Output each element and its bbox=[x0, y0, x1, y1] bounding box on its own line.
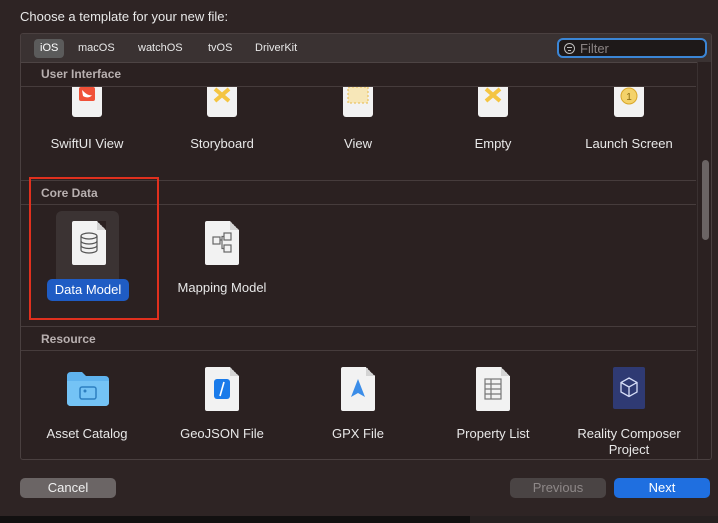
swift-icon bbox=[72, 87, 102, 117]
launch-screen-icon: 1 bbox=[614, 87, 644, 117]
template-property-list[interactable]: Property List bbox=[433, 359, 553, 459]
template-label: Launch Screen bbox=[585, 136, 673, 151]
annotation-highlight-box bbox=[29, 177, 159, 320]
previous-button[interactable]: Previous bbox=[510, 478, 606, 498]
template-gpx-file[interactable]: GPX File bbox=[298, 359, 418, 459]
property-list-icon bbox=[476, 367, 510, 411]
geojson-icon bbox=[205, 367, 239, 411]
window-bottom-edge-right bbox=[470, 516, 718, 523]
section-header-user-interface: User Interface bbox=[21, 62, 696, 87]
template-reality-composer-project[interactable]: Reality Composer Project bbox=[569, 359, 689, 459]
vertical-scrollbar[interactable] bbox=[697, 62, 711, 459]
dialog-title: Choose a template for your new file: bbox=[20, 9, 229, 24]
filter-icon bbox=[564, 42, 575, 54]
tab-tvos[interactable]: tvOS bbox=[202, 39, 238, 58]
template-mapping-model[interactable]: Mapping Model bbox=[162, 211, 282, 301]
template-label: Storyboard bbox=[190, 136, 254, 151]
gpx-icon bbox=[341, 367, 375, 411]
section-header-resource: Resource bbox=[21, 326, 696, 351]
template-label: Reality Composer Project bbox=[577, 426, 681, 457]
template-asset-catalog[interactable]: Asset Catalog bbox=[27, 359, 147, 459]
next-button[interactable]: Next bbox=[614, 478, 710, 498]
cancel-button[interactable]: Cancel bbox=[20, 478, 116, 498]
tab-macos[interactable]: macOS bbox=[72, 39, 121, 58]
tab-ios[interactable]: iOS bbox=[34, 39, 65, 58]
template-panel: iOS macOS watchOS tvOS DriverKit User In… bbox=[20, 33, 712, 460]
reality-composer-icon bbox=[613, 367, 645, 409]
template-label: Asset Catalog bbox=[46, 426, 128, 441]
scrollbar-thumb[interactable] bbox=[702, 160, 709, 240]
template-label: Mapping Model bbox=[177, 280, 267, 295]
template-label: Property List bbox=[456, 426, 530, 441]
template-geojson-file[interactable]: GeoJSON File bbox=[162, 359, 282, 459]
filter-input[interactable] bbox=[580, 40, 690, 56]
folder-icon bbox=[65, 368, 111, 408]
template-label: GPX File bbox=[331, 426, 384, 441]
template-label: GeoJSON File bbox=[180, 426, 264, 441]
storyboard-icon bbox=[207, 87, 237, 117]
filter-field[interactable] bbox=[557, 38, 707, 58]
empty-icon bbox=[478, 87, 508, 117]
mapping-model-icon bbox=[205, 221, 239, 265]
svg-text:1: 1 bbox=[626, 92, 632, 103]
platform-tab-bar: iOS macOS watchOS tvOS DriverKit bbox=[21, 34, 711, 63]
template-label: View bbox=[344, 136, 372, 151]
template-label: SwiftUI View bbox=[50, 136, 124, 151]
tab-driverkit[interactable]: DriverKit bbox=[249, 39, 303, 58]
template-label: Empty bbox=[474, 136, 512, 151]
tab-watchos[interactable]: watchOS bbox=[132, 39, 189, 58]
view-icon bbox=[343, 87, 373, 117]
